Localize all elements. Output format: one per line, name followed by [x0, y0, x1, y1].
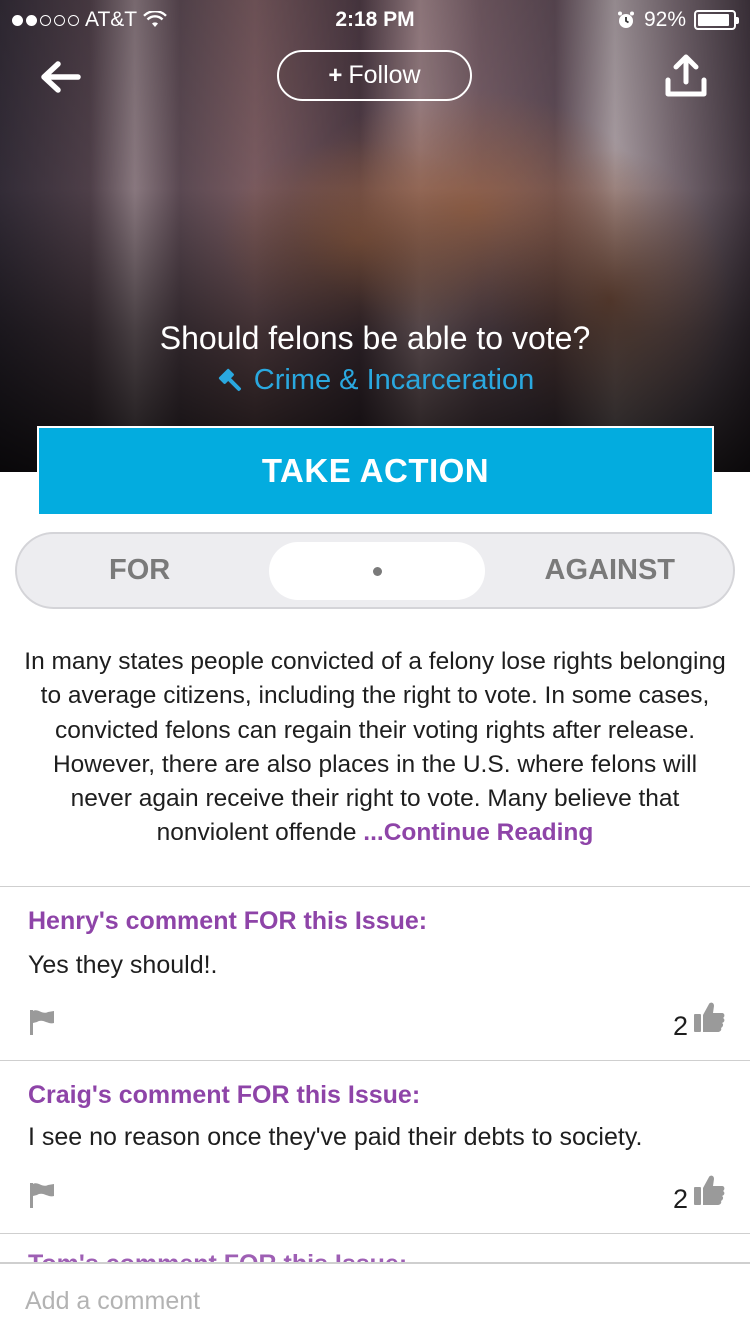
- share-button[interactable]: [660, 52, 712, 100]
- divider: [0, 1233, 750, 1234]
- continue-reading-link[interactable]: ...Continue Reading: [363, 819, 593, 846]
- gavel-icon: [218, 368, 241, 391]
- stance-against-option[interactable]: AGAINST: [545, 534, 676, 607]
- flag-icon[interactable]: [27, 1180, 57, 1210]
- stance-toggle-knob[interactable]: [269, 542, 485, 600]
- back-button[interactable]: [36, 55, 88, 99]
- follow-button[interactable]: + Follow: [277, 50, 472, 101]
- battery-icon: [694, 10, 739, 30]
- alarm-icon: [617, 11, 634, 28]
- status-right: 92%: [616, 8, 739, 32]
- plus-icon: +: [328, 61, 343, 89]
- knob-dot-icon: [372, 566, 382, 576]
- thumbs-up-icon[interactable]: [692, 1173, 726, 1207]
- comment-author: Craig's comment FOR this Issue:: [28, 1081, 421, 1109]
- battery-percent: 92%: [643, 8, 686, 31]
- back-arrow-icon: [41, 61, 81, 93]
- stance-toggle[interactable]: FOR AGAINST: [15, 532, 735, 609]
- like-count: 2: [672, 1184, 688, 1214]
- issue-category: Crime & Incarceration: [253, 364, 535, 396]
- share-upload-icon: [665, 54, 707, 97]
- flag-icon[interactable]: [27, 1007, 57, 1037]
- stance-for-option[interactable]: FOR: [109, 534, 170, 607]
- comment-item: Craig's comment FOR this Issue: I see no…: [0, 1061, 750, 1233]
- battery-level: [698, 14, 730, 26]
- thumbs-up-icon[interactable]: [692, 1000, 726, 1034]
- status-bar: AT&T 2:18 PM 92%: [0, 0, 750, 40]
- take-action-button[interactable]: TAKE ACTION: [37, 426, 714, 516]
- issue-category-link[interactable]: Crime & Incarceration: [0, 364, 750, 397]
- comment-bar: [0, 1262, 750, 1334]
- issue-title: Should felons be able to vote?: [159, 320, 591, 356]
- comment-author: Henry's comment FOR this Issue:: [28, 907, 428, 935]
- comment-text: I see no reason once they've paid their …: [28, 1123, 643, 1151]
- comment-text: Yes they should!.: [28, 951, 218, 979]
- issue-description: In many states people convicted of a fel…: [22, 645, 728, 851]
- description-text: In many states people convicted of a fel…: [24, 648, 726, 847]
- add-comment-input[interactable]: [25, 1282, 725, 1320]
- like-count: 2: [672, 1011, 688, 1041]
- follow-label: Follow: [348, 61, 421, 89]
- comment-item: Henry's comment FOR this Issue: Yes they…: [0, 887, 750, 1060]
